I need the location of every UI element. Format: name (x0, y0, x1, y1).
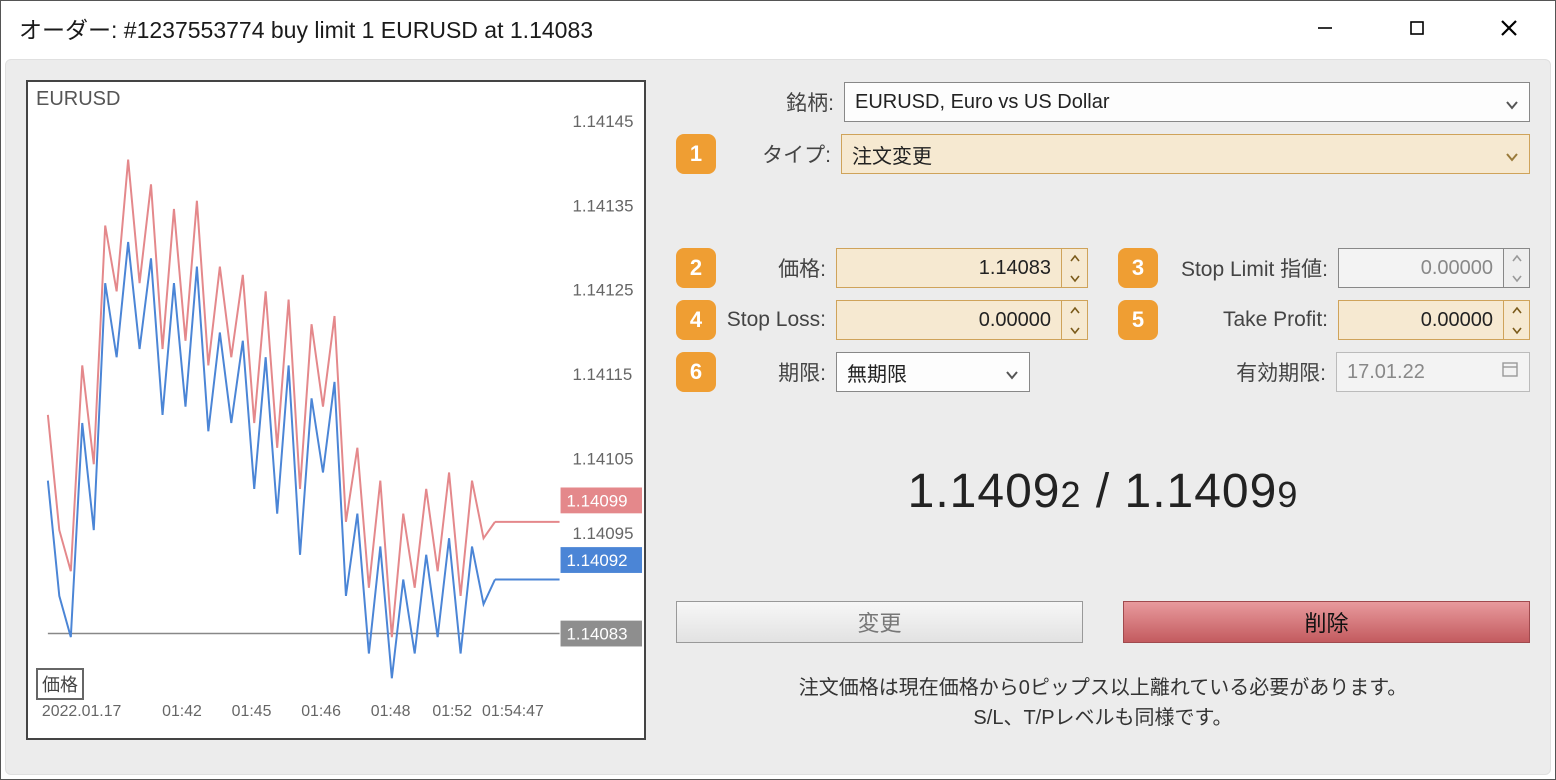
svg-text:2022.01.17: 2022.01.17 (42, 703, 122, 720)
window-title: オーダー: #1237553774 buy limit 1 EURUSD at … (19, 11, 593, 45)
svg-text:1.14095: 1.14095 (572, 524, 633, 543)
calendar-icon (1501, 360, 1519, 384)
expire-select[interactable]: 無期限 (836, 352, 1030, 392)
chevron-down-icon (1505, 147, 1519, 161)
svg-text:1.14135: 1.14135 (572, 196, 633, 215)
label-price: 価格: (726, 253, 826, 283)
arrow-down-icon[interactable] (1062, 268, 1087, 287)
arrow-down-icon[interactable] (1504, 320, 1529, 339)
svg-text:1.14105: 1.14105 (572, 450, 633, 469)
chart-price-caption: 価格 (36, 668, 84, 700)
step-badge-2: 2 (676, 248, 716, 288)
take-profit-input[interactable]: 0.00000 (1338, 300, 1504, 340)
footnote: 注文価格は現在価格から0ピップス以上離れている必要があります。 S/L、T/Pレ… (676, 673, 1530, 733)
svg-text:01:48: 01:48 (371, 703, 411, 720)
svg-text:1.14092: 1.14092 (567, 551, 628, 570)
chart-svg: 1.14145 1.14135 1.14125 1.14115 1.14105 … (28, 82, 644, 738)
order-form: 銘柄: EURUSD, Euro vs US Dollar 1 タイプ: 注文変… (676, 80, 1530, 754)
label-type: タイプ: (726, 139, 831, 169)
minimize-button[interactable] (1279, 1, 1371, 55)
price-stepper[interactable] (1062, 248, 1088, 288)
step-badge-3: 3 (1118, 248, 1158, 288)
svg-text:1.14145: 1.14145 (572, 112, 633, 131)
label-symbol: 銘柄: (676, 87, 834, 117)
delete-button[interactable]: 削除 (1123, 601, 1530, 643)
valid-until-input[interactable]: 17.01.22 (1336, 352, 1530, 392)
arrow-up-icon[interactable] (1062, 301, 1087, 320)
chevron-down-icon (1505, 95, 1519, 109)
svg-text:01:42: 01:42 (162, 703, 202, 720)
stop-loss-input[interactable]: 0.00000 (836, 300, 1062, 340)
maximize-button[interactable] (1371, 1, 1463, 55)
price-input[interactable]: 1.14083 (836, 248, 1062, 288)
svg-text:01:52: 01:52 (432, 703, 472, 720)
arrow-up-icon[interactable] (1504, 301, 1529, 320)
chart-bid-line (48, 242, 495, 678)
label-stop-limit: Stop Limit 指値: (1168, 253, 1328, 283)
arrow-down-icon[interactable] (1062, 320, 1087, 339)
arrow-up-icon[interactable] (1062, 249, 1087, 268)
take-profit-stepper[interactable] (1504, 300, 1530, 340)
window-controls (1279, 1, 1555, 55)
label-take-profit: Take Profit: (1168, 308, 1328, 332)
price-chart: EURUSD 価格 1.14145 1.14135 1.14125 1.1411… (26, 80, 646, 740)
titlebar: オーダー: #1237553774 buy limit 1 EURUSD at … (1, 1, 1555, 55)
svg-text:1.14125: 1.14125 (572, 281, 633, 300)
svg-text:01:46: 01:46 (301, 703, 341, 720)
chevron-down-icon (1005, 365, 1019, 379)
maximize-icon (1407, 18, 1427, 38)
content-area: EURUSD 価格 1.14145 1.14135 1.14125 1.1411… (5, 59, 1551, 775)
stop-limit-input[interactable]: 0.00000 (1338, 248, 1504, 288)
close-button[interactable] (1463, 1, 1555, 55)
step-badge-5: 5 (1118, 300, 1158, 340)
svg-text:1.14083: 1.14083 (567, 625, 628, 644)
arrow-up-icon[interactable] (1504, 249, 1529, 268)
svg-text:01:45: 01:45 (232, 703, 272, 720)
order-window: オーダー: #1237553774 buy limit 1 EURUSD at … (0, 0, 1556, 780)
arrow-down-icon[interactable] (1504, 268, 1529, 287)
label-stop-loss: Stop Loss: (726, 308, 826, 332)
type-select[interactable]: 注文変更 (841, 134, 1530, 174)
svg-text:1.14099: 1.14099 (567, 491, 628, 510)
chart-xticks: 2022.01.17 01:42 01:45 01:46 01:48 01:52… (42, 703, 544, 720)
modify-button[interactable]: 変更 (676, 601, 1083, 643)
close-icon (1499, 18, 1519, 38)
step-badge-6: 6 (676, 352, 716, 392)
chart-symbol: EURUSD (36, 88, 120, 111)
step-badge-4: 4 (676, 300, 716, 340)
stop-loss-stepper[interactable] (1062, 300, 1088, 340)
label-expire: 期限: (726, 357, 826, 387)
svg-text:01:54:47: 01:54:47 (482, 703, 544, 720)
step-badge-1: 1 (676, 134, 716, 174)
minimize-icon (1315, 18, 1335, 38)
price-quote: 1.14092 / 1.14099 (676, 464, 1530, 519)
svg-text:1.14115: 1.14115 (572, 365, 632, 384)
symbol-select[interactable]: EURUSD, Euro vs US Dollar (844, 82, 1530, 122)
stop-limit-stepper[interactable] (1504, 248, 1530, 288)
label-valid-until: 有効期限: (1126, 357, 1326, 387)
